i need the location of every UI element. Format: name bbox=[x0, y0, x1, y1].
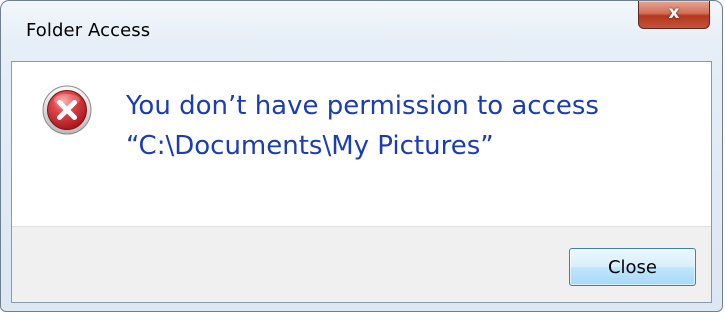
message-line-1: You don’t have permission to access bbox=[126, 91, 599, 121]
close-button[interactable]: Close bbox=[569, 248, 696, 286]
window-title: Folder Access bbox=[26, 20, 151, 41]
window-close-button[interactable]: x bbox=[638, 1, 710, 29]
message-area: You don’t have permission to access “C:\… bbox=[12, 62, 711, 226]
error-message: You don’t have permission to access “C:\… bbox=[126, 86, 599, 166]
button-bar: Close bbox=[12, 226, 711, 302]
message-line-2: “C:\Documents\My Pictures” bbox=[126, 131, 494, 161]
title-bar[interactable]: Folder Access x bbox=[1, 1, 722, 61]
dialog-client-area: You don’t have permission to access “C:\… bbox=[11, 61, 712, 303]
close-icon: x bbox=[668, 3, 680, 23]
dialog-window: Folder Access x You don’t have permissio… bbox=[0, 0, 723, 312]
error-icon bbox=[42, 85, 92, 135]
